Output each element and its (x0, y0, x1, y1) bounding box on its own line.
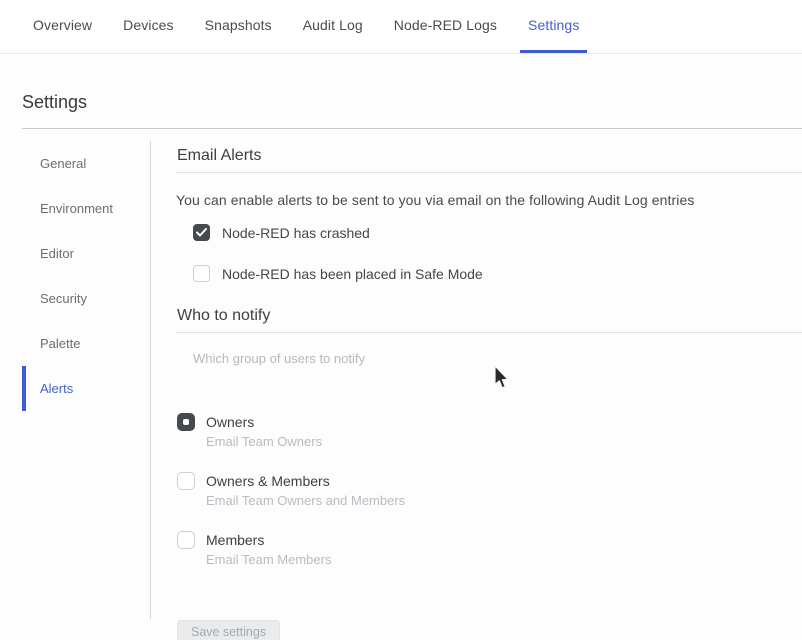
radio-owners[interactable] (177, 413, 195, 431)
checkbox-crashed[interactable] (193, 224, 210, 241)
alert-option-safe-mode[interactable]: Node-RED has been placed in Safe Mode (193, 265, 802, 282)
checkbox-safe-mode[interactable] (193, 265, 210, 282)
save-settings-button[interactable]: Save settings (177, 620, 280, 640)
radio-owners-members[interactable] (177, 472, 195, 490)
radio-members[interactable] (177, 531, 195, 549)
settings-sidebar: General Environment Editor Security Pale… (0, 141, 151, 619)
radio-selected-icon (183, 419, 189, 425)
tab-node-red-logs[interactable]: Node-RED Logs (386, 0, 505, 53)
alerts-panel: Email Alerts You can enable alerts to be… (151, 129, 802, 640)
tab-audit-log[interactable]: Audit Log (295, 0, 371, 53)
check-icon (196, 224, 207, 242)
settings-content: General Environment Editor Security Pale… (0, 129, 802, 640)
notify-option-label[interactable]: Owners & Members (206, 473, 330, 489)
notify-option-label[interactable]: Owners (206, 414, 254, 430)
notify-option-members[interactable]: Members Email Team Members (177, 531, 802, 567)
email-alerts-heading: Email Alerts (176, 146, 802, 173)
notify-option-description: Email Team Owners and Members (206, 493, 802, 508)
alert-option-label[interactable]: Node-RED has crashed (222, 225, 370, 241)
sidebar-item-alerts[interactable]: Alerts (22, 366, 150, 411)
notify-option-description: Email Team Members (206, 552, 802, 567)
sidebar-item-editor[interactable]: Editor (22, 231, 150, 276)
alert-option-label[interactable]: Node-RED has been placed in Safe Mode (222, 266, 483, 282)
sidebar-item-security[interactable]: Security (22, 276, 150, 321)
tab-snapshots[interactable]: Snapshots (197, 0, 280, 53)
sidebar-item-environment[interactable]: Environment (22, 186, 150, 231)
notify-option-owners-members[interactable]: Owners & Members Email Team Owners and M… (177, 472, 802, 508)
tab-settings[interactable]: Settings (520, 0, 587, 53)
tab-overview[interactable]: Overview (25, 0, 100, 53)
who-to-notify-heading: Who to notify (176, 306, 802, 333)
notify-hint: Which group of users to notify (193, 351, 802, 366)
notify-option-owners[interactable]: Owners Email Team Owners (177, 413, 802, 449)
page-title: Settings (22, 91, 802, 113)
sidebar-item-general[interactable]: General (22, 141, 150, 186)
notify-option-description: Email Team Owners (206, 434, 802, 449)
email-alerts-description: You can enable alerts to be sent to you … (176, 192, 802, 208)
top-nav: Overview Devices Snapshots Audit Log Nod… (0, 0, 802, 54)
sidebar-item-palette[interactable]: Palette (22, 321, 150, 366)
notify-option-label[interactable]: Members (206, 532, 264, 548)
alert-option-crashed[interactable]: Node-RED has crashed (193, 224, 802, 241)
tab-devices[interactable]: Devices (115, 0, 182, 53)
